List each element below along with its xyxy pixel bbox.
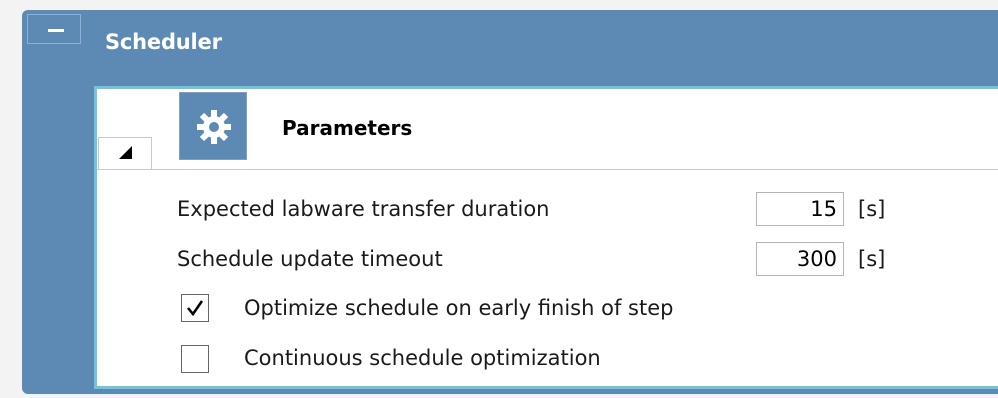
transfer-duration-unit: [s] <box>858 197 886 221</box>
continuous-optimization-checkbox[interactable] <box>181 345 209 373</box>
update-timeout-input[interactable]: 300 <box>756 242 844 276</box>
header-divider <box>97 169 998 170</box>
transfer-duration-input[interactable]: 15 <box>756 192 844 226</box>
gear-icon <box>197 110 231 144</box>
triangle-left-icon <box>119 146 132 159</box>
optimize-early-finish-label: Optimize schedule on early finish of ste… <box>244 296 674 320</box>
section-title: Parameters <box>282 116 413 140</box>
update-timeout-label: Schedule update timeout <box>177 247 443 271</box>
checkmark-icon <box>187 300 204 317</box>
parameters-box: Parameters Expected labware transfer dur… <box>94 86 998 389</box>
section-icon <box>179 92 247 160</box>
section-toggle[interactable] <box>98 137 152 169</box>
panel-title: Scheduler <box>105 30 222 54</box>
optimize-early-finish-checkbox[interactable] <box>181 294 209 322</box>
collapse-button[interactable] <box>27 14 81 44</box>
transfer-duration-label: Expected labware transfer duration <box>177 197 550 221</box>
update-timeout-unit: [s] <box>858 247 886 271</box>
continuous-optimization-label: Continuous schedule optimization <box>244 346 601 370</box>
minus-icon <box>48 29 64 32</box>
